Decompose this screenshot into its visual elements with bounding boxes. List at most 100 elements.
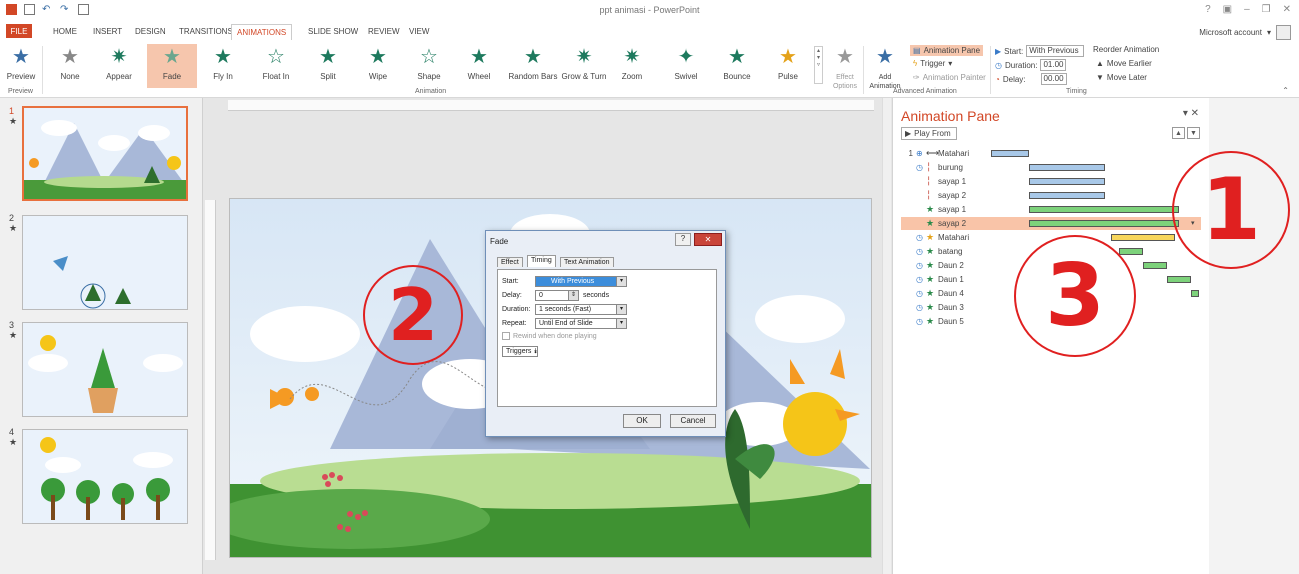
none-star-icon: ★	[61, 46, 79, 68]
anim-appear-button[interactable]: ✷ Appear	[97, 44, 141, 81]
annotation-circle-2: 2	[363, 265, 463, 365]
anim-bounce-button[interactable]: ★ Bounce	[715, 44, 759, 81]
delay-spinner[interactable]: 00.00	[1040, 73, 1067, 85]
animation-painter-button[interactable]: ✑ Animation Painter	[913, 73, 986, 82]
timeline-bar	[1111, 234, 1175, 241]
dialog-help-icon[interactable]: ?	[675, 233, 691, 246]
timeline-bar	[991, 150, 1029, 157]
animation-pane-button[interactable]: ▤ Animation Pane	[910, 45, 984, 56]
anim-item-4[interactable]: ╎ sayap 2	[901, 189, 1201, 202]
move-up-icon[interactable]: ▲	[1172, 127, 1185, 139]
anim-item-6[interactable]: ★ sayap 2 ▾	[901, 217, 1201, 230]
tab-timing[interactable]: Timing	[527, 255, 556, 267]
effect-options-button[interactable]: ★ Effect Options	[830, 44, 860, 90]
anim-random-bars-button[interactable]: ★ Random Bars	[508, 44, 558, 81]
emphasis-star-icon: ★	[926, 232, 935, 242]
tab-view[interactable]: VIEW	[405, 25, 433, 38]
duration-select[interactable]: 1 seconds (Fast) ▾	[535, 304, 627, 315]
triggers-label: Triggers	[506, 348, 532, 355]
slide-scrollbar[interactable]	[882, 98, 891, 574]
triggers-toggle[interactable]: Triggers ⯯	[502, 346, 538, 357]
ribbon-display-icon[interactable]: ▣	[1223, 4, 1232, 15]
anim-pulse-button[interactable]: ★ Pulse	[766, 44, 810, 81]
slide-thumb-1[interactable]	[22, 106, 188, 201]
play-from-button[interactable]: ▶ Play From	[901, 127, 957, 140]
window-title: ppt animasi - PowerPoint	[599, 5, 700, 15]
minimize-icon[interactable]: –	[1244, 4, 1250, 15]
rewind-checkbox[interactable]	[502, 332, 510, 340]
motion-icon: ╎	[926, 190, 932, 200]
start-select[interactable]: With Previous	[1026, 45, 1085, 57]
tab-effect[interactable]: Effect	[497, 257, 523, 267]
anim-split-button[interactable]: ★ Split	[307, 44, 349, 81]
restore-icon[interactable]: ❐	[1262, 4, 1271, 15]
wipe-star-icon: ★	[369, 46, 387, 68]
avatar	[1276, 25, 1291, 40]
anim-name: Daun 3	[938, 303, 964, 312]
anim-fly-in-button[interactable]: ★ Fly In	[200, 44, 246, 81]
repeat-select[interactable]: Until End of Slide ▾	[535, 318, 627, 329]
tab-slide-show[interactable]: SLIDE SHOW	[304, 25, 362, 38]
swivel-star-icon: ✦	[677, 46, 695, 68]
anim-item-2[interactable]: ◷ ╎ burung	[901, 161, 1201, 174]
anim-pulse-label: Pulse	[777, 72, 798, 81]
anim-item-3[interactable]: ╎ sayap 1	[901, 175, 1201, 188]
move-down-icon[interactable]: ▼	[1187, 127, 1200, 139]
tab-design[interactable]: DESIGN	[131, 25, 170, 38]
anim-float-in-button[interactable]: ☆ Float In	[251, 44, 301, 81]
ok-button[interactable]: OK	[623, 414, 661, 428]
duration-spinner[interactable]: 01.00	[1040, 59, 1067, 71]
account-area[interactable]: Microsoft account ▾	[1199, 25, 1291, 40]
clock-icon: ◷	[916, 233, 923, 242]
anim-swivel-button[interactable]: ✦ Swivel	[664, 44, 708, 81]
preview-button[interactable]: ★ Preview	[4, 44, 38, 81]
clock-icon: ◷	[995, 60, 1002, 70]
slide-thumb-2[interactable]	[22, 215, 188, 310]
tab-file[interactable]: FILE	[6, 24, 32, 38]
delay-label: Delay:	[1002, 74, 1026, 84]
anim-item-5[interactable]: ★ sayap 1	[901, 203, 1201, 216]
repeat-field: Repeat: Until End of Slide ▾	[502, 318, 627, 329]
motion-icon: ╎	[926, 176, 932, 186]
move-later-label: Move Later	[1106, 73, 1147, 82]
collapse-ribbon-icon[interactable]: ⌃	[1282, 86, 1289, 95]
anim-fade-button[interactable]: ★ Fade	[147, 44, 197, 88]
add-animation-button[interactable]: ★ Add Animation	[866, 44, 904, 90]
tab-review[interactable]: REVIEW	[364, 25, 404, 38]
preview-label: Preview	[6, 72, 36, 81]
dialog-close-button[interactable]: ✕	[694, 233, 722, 246]
move-earlier-button[interactable]: ▲ Move Earlier	[1096, 59, 1152, 68]
tab-insert[interactable]: INSERT	[89, 25, 126, 38]
move-later-button[interactable]: ▼ Move Later	[1096, 73, 1147, 82]
pane-close-icon[interactable]: ▾ ✕	[1183, 108, 1199, 119]
tab-home[interactable]: HOME	[49, 25, 81, 38]
anim-fade-label: Fade	[162, 72, 182, 81]
slide-thumb-3[interactable]	[22, 322, 188, 417]
anim-wheel-button[interactable]: ★ Wheel	[458, 44, 500, 81]
anim-zoom-button[interactable]: ✷ Zoom	[611, 44, 653, 81]
gallery-scroll[interactable]: ▴ ▾ ▿	[814, 46, 823, 84]
repeat-label: Repeat:	[502, 320, 527, 327]
start-select[interactable]: With Previous ▾	[535, 276, 627, 287]
vertical-ruler	[205, 200, 216, 560]
tab-animations[interactable]: ANIMATIONS	[231, 24, 293, 40]
triggers-button[interactable]: Triggers ⯯	[502, 346, 538, 357]
timeline-bar	[1029, 178, 1105, 185]
close-icon[interactable]: ✕	[1283, 4, 1291, 15]
rewind-field: Rewind when done playing	[502, 332, 597, 340]
anim-item-1[interactable]: 1 ⊕ ⟷ Matahari	[901, 147, 1201, 160]
help-icon[interactable]: ?	[1205, 4, 1211, 15]
anim-shape-button[interactable]: ☆ Shape	[408, 44, 450, 81]
anim-none-button[interactable]: ★ None	[50, 44, 90, 81]
trigger-button[interactable]: ϟ Trigger ▾	[913, 59, 952, 68]
tab-text-animation[interactable]: Text Animation	[560, 257, 614, 267]
anim-name: Daun 5	[938, 317, 964, 326]
cancel-button[interactable]: Cancel	[670, 414, 716, 428]
anim-grow-turn-button[interactable]: ✷ Grow & Turn	[559, 44, 609, 81]
tab-transitions[interactable]: TRANSITIONS	[175, 25, 237, 38]
slide-thumb-4[interactable]	[22, 429, 188, 524]
anim-wipe-button[interactable]: ★ Wipe	[357, 44, 399, 81]
entrance-star-icon: ★	[926, 302, 935, 312]
delay-spinner[interactable]: 0 ⇕	[535, 290, 579, 301]
entrance-star-icon: ★	[926, 218, 935, 228]
